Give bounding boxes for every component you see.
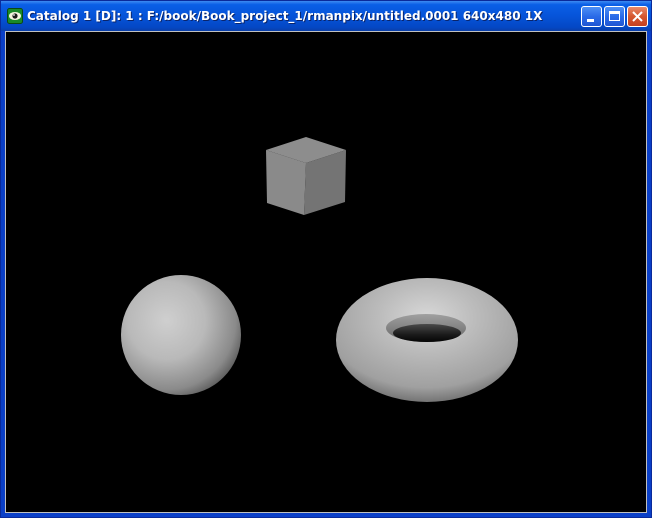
render-canvas	[6, 32, 646, 512]
canvas-background	[6, 32, 646, 512]
title-bar[interactable]: Catalog 1 [D]: 1 : F:/book/Book_project_…	[1, 1, 651, 31]
image-viewport[interactable]	[5, 31, 647, 513]
maximize-icon	[609, 11, 620, 21]
close-button[interactable]	[627, 6, 648, 27]
sphere-object	[121, 275, 241, 395]
torus-object	[336, 278, 518, 402]
window-title: Catalog 1 [D]: 1 : F:/book/Book_project_…	[27, 9, 543, 23]
close-icon	[632, 11, 643, 22]
maximize-button[interactable]	[604, 6, 625, 27]
render-window: Catalog 1 [D]: 1 : F:/book/Book_project_…	[0, 0, 652, 518]
minimize-button[interactable]	[581, 6, 602, 27]
eye-icon[interactable]	[7, 8, 23, 24]
cube-object	[266, 137, 346, 215]
minimize-icon	[587, 19, 594, 22]
